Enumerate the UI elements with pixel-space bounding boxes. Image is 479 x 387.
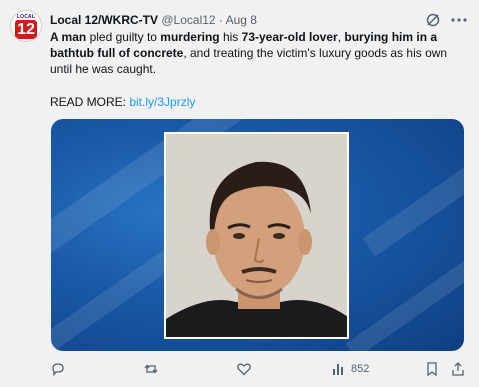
avatar-logo-number: 12 <box>15 20 37 39</box>
views-icon <box>333 364 343 375</box>
mugshot-illustration <box>166 134 347 337</box>
tweet-text-emphasis: 73-year-old lover <box>241 30 338 44</box>
tweet-text-emphasis: A man <box>50 30 87 44</box>
read-more-label: READ MORE: <box>50 95 130 109</box>
reply-button[interactable] <box>50 360 66 378</box>
retweet-icon <box>144 364 158 374</box>
views-button[interactable]: 852 <box>331 360 369 378</box>
tweet-text-emphasis: murdering <box>160 30 220 44</box>
share-button[interactable] <box>450 360 466 378</box>
bookmark-icon <box>427 362 437 377</box>
background-streak <box>362 123 464 257</box>
read-more-link[interactable]: bit.ly/3Jprzly <box>129 95 195 109</box>
mugshot-photo <box>164 132 349 339</box>
avatar[interactable]: LOCAL 12 <box>10 10 42 42</box>
tweet-card[interactable]: LOCAL 12 Local 12/WKRC-TV @Local12 · Aug… <box>0 0 479 387</box>
share-icon <box>452 362 464 376</box>
like-icon <box>237 363 251 376</box>
views-count: 852 <box>351 363 370 375</box>
account-name[interactable]: Local 12/WKRC-TV <box>50 13 158 27</box>
like-button[interactable] <box>236 360 252 378</box>
account-handle[interactable]: @Local12 <box>161 13 215 27</box>
tweet-media[interactable] <box>51 119 464 351</box>
tweet-text-segment: pled guilty to <box>86 30 161 44</box>
tweet-text-segment: his <box>219 30 242 44</box>
grok-icon[interactable] <box>425 12 441 28</box>
retweet-button[interactable] <box>143 360 159 378</box>
header-separator: · <box>218 13 223 27</box>
tweet-actions: 852 <box>0 356 479 382</box>
read-more: READ MORE: bit.ly/3Jprzly <box>50 94 195 110</box>
reply-icon <box>52 363 64 377</box>
tweet-header: Local 12/WKRC-TV @Local12 · Aug 8 <box>50 12 257 28</box>
tweet-date[interactable]: Aug 8 <box>226 13 257 27</box>
bookmark-button[interactable] <box>424 360 440 378</box>
more-icon[interactable] <box>450 12 468 28</box>
tweet-text: A man pled guilty to murdering his 73-ye… <box>50 29 470 77</box>
